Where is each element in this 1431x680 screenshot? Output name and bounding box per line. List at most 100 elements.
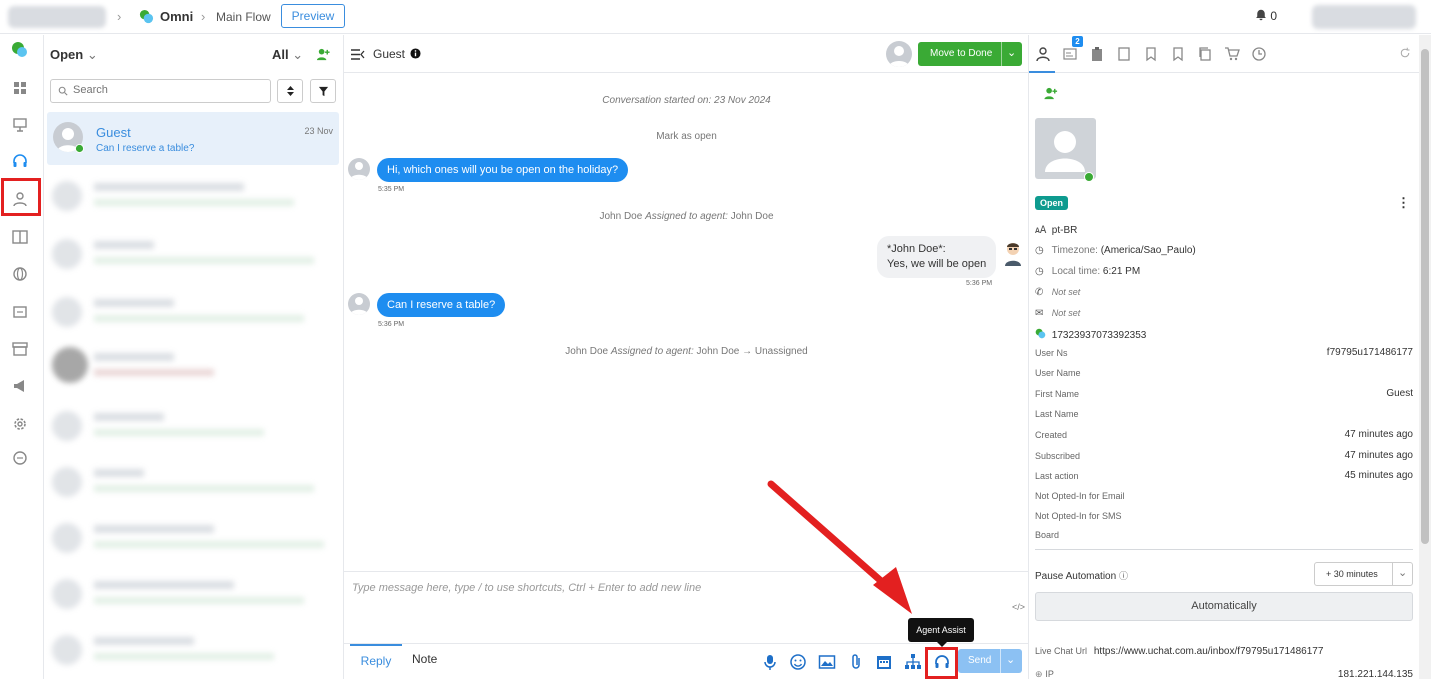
field-label: Last Name [1035, 409, 1079, 419]
presentation-icon[interactable] [11, 116, 29, 134]
list-item[interactable] [52, 463, 337, 503]
phone-icon: ✆ [1035, 287, 1044, 298]
status-filter[interactable]: Open ⌄ [50, 47, 98, 63]
clipboard-icon[interactable] [1089, 46, 1105, 62]
avatar [1035, 118, 1096, 179]
composer-placeholder: Type message here, type / to use shortcu… [352, 582, 702, 594]
app-name[interactable]: Omni [160, 9, 193, 24]
divider [1001, 42, 1002, 66]
automatically-button[interactable]: Automatically [1035, 592, 1413, 621]
conversation-started: Conversation started on: 23 Nov 2024 [602, 95, 771, 106]
list-item[interactable] [52, 575, 337, 615]
scrollbar[interactable] [1419, 35, 1431, 679]
list-item[interactable] [52, 235, 337, 275]
bookmark-icon[interactable] [1170, 46, 1186, 62]
assignee-filter[interactable]: All ⌄ [272, 47, 303, 63]
list-item[interactable] [52, 519, 337, 559]
attachment-icon[interactable] [847, 653, 865, 671]
left-nav [0, 35, 44, 679]
agent-assist-highlight-box [925, 647, 958, 679]
info-icon[interactable] [410, 48, 421, 59]
chat-bubble-icon[interactable] [11, 449, 29, 467]
add-user-icon[interactable] [316, 47, 331, 62]
list-item[interactable] [52, 177, 337, 217]
list-item[interactable] [52, 407, 337, 447]
clock-icon: ◷ [1035, 245, 1044, 256]
agent-avatar[interactable] [886, 41, 912, 67]
globe-icon[interactable] [11, 265, 29, 283]
list-item[interactable] [52, 347, 337, 387]
email-row[interactable]: ✉ Not set [1035, 308, 1080, 319]
refresh-icon[interactable] [1399, 47, 1411, 59]
notifications[interactable]: 0 [1255, 9, 1277, 23]
microphone-icon[interactable] [761, 653, 779, 671]
pause-duration-select[interactable]: + 30 minutes ⌄ [1314, 562, 1413, 586]
conversation-item-active[interactable]: Guest Can I reserve a table? 23 Nov [47, 112, 339, 165]
sort-button[interactable] [277, 79, 303, 103]
megaphone-icon[interactable] [11, 377, 29, 395]
flow-name[interactable]: Main Flow [216, 10, 271, 24]
user-avatar[interactable] [1312, 5, 1416, 29]
scrollbar-thumb[interactable] [1421, 49, 1429, 544]
localtime-row: ◷ Local time: 6:21 PM [1035, 266, 1140, 277]
assign-action: Assigned to agent: [645, 211, 728, 222]
add-user-icon[interactable] [1043, 86, 1059, 101]
mark-as-open-link[interactable]: Mark as open [344, 131, 1029, 142]
profile-user-icon[interactable] [1035, 46, 1051, 62]
image-icon[interactable] [818, 653, 836, 671]
send-button[interactable]: Send ⌄ [958, 649, 1022, 673]
contacts-icon[interactable] [11, 190, 29, 208]
move-to-done-button[interactable]: Move to Done ⌄ [918, 42, 1022, 66]
tag-icon[interactable] [1143, 46, 1159, 62]
localtime-label: Local time: [1051, 266, 1101, 277]
flow-tree-icon[interactable] [904, 653, 922, 671]
panel-icon[interactable] [1116, 46, 1132, 62]
divider [1000, 649, 1001, 673]
chevron-right-icon: › [201, 9, 206, 24]
avatar [348, 293, 370, 315]
code-icon[interactable]: </> [1012, 602, 1025, 612]
field-label: Not Opted-In for SMS [1035, 511, 1122, 521]
last-message: Can I reserve a table? [96, 143, 195, 154]
livechat-row: Live Chat Url https://www.uchat.com.au/i… [1035, 646, 1323, 657]
preview-button[interactable]: Preview [281, 4, 345, 28]
list-item[interactable] [52, 293, 337, 333]
livechat-label: Live Chat Url [1035, 646, 1088, 656]
search-field[interactable] [50, 79, 271, 103]
phone-row[interactable]: ✆ Not set [1035, 287, 1080, 298]
clock-icon[interactable] [1251, 46, 1267, 62]
emoji-icon[interactable] [789, 653, 807, 671]
id-card-icon[interactable] [11, 303, 29, 321]
field-value: 47 minutes ago [1344, 450, 1413, 461]
list-item[interactable] [52, 631, 337, 671]
copy-icon[interactable] [1197, 46, 1213, 62]
id-card-icon[interactable] [1062, 46, 1078, 62]
field-label: Subscribed [1035, 451, 1081, 461]
chat-contact-name: Guest [373, 47, 406, 61]
livechat-url[interactable]: https://www.uchat.com.au/inbox/f79795u17… [1094, 646, 1324, 657]
dashboard-icon[interactable] [11, 79, 29, 97]
calendar-icon[interactable] [875, 653, 893, 671]
archive-icon[interactable] [11, 340, 29, 358]
search-input[interactable] [73, 84, 263, 96]
settings-gear-icon[interactable] [11, 415, 29, 433]
book-icon[interactable] [11, 228, 29, 246]
tab-reply[interactable]: Reply [350, 644, 402, 680]
headset-icon[interactable] [11, 152, 29, 170]
help-icon[interactable]: ⓘ [1119, 571, 1128, 581]
chat-logo-icon[interactable] [11, 41, 29, 59]
chevron-right-icon: › [117, 9, 122, 24]
filter-button[interactable] [310, 79, 336, 103]
field-label: Not Opted-In for Email [1035, 491, 1125, 501]
more-options-icon[interactable]: ⋮ [1397, 195, 1410, 211]
chevron-down-icon[interactable]: ⌄ [1006, 653, 1015, 666]
tab-note[interactable]: Note [412, 652, 437, 666]
collapse-list-icon[interactable] [351, 49, 365, 60]
user-silhouette-icon [350, 297, 368, 315]
workspace-logo[interactable] [8, 6, 106, 28]
user-silhouette-icon [889, 46, 909, 67]
chevron-down-icon[interactable]: ⌄ [1007, 46, 1016, 59]
cart-icon[interactable] [1224, 46, 1240, 62]
conversation-date: 23 Nov [304, 126, 333, 136]
message-bubble-outgoing: *John Doe*: Yes, we will be open [877, 236, 997, 278]
